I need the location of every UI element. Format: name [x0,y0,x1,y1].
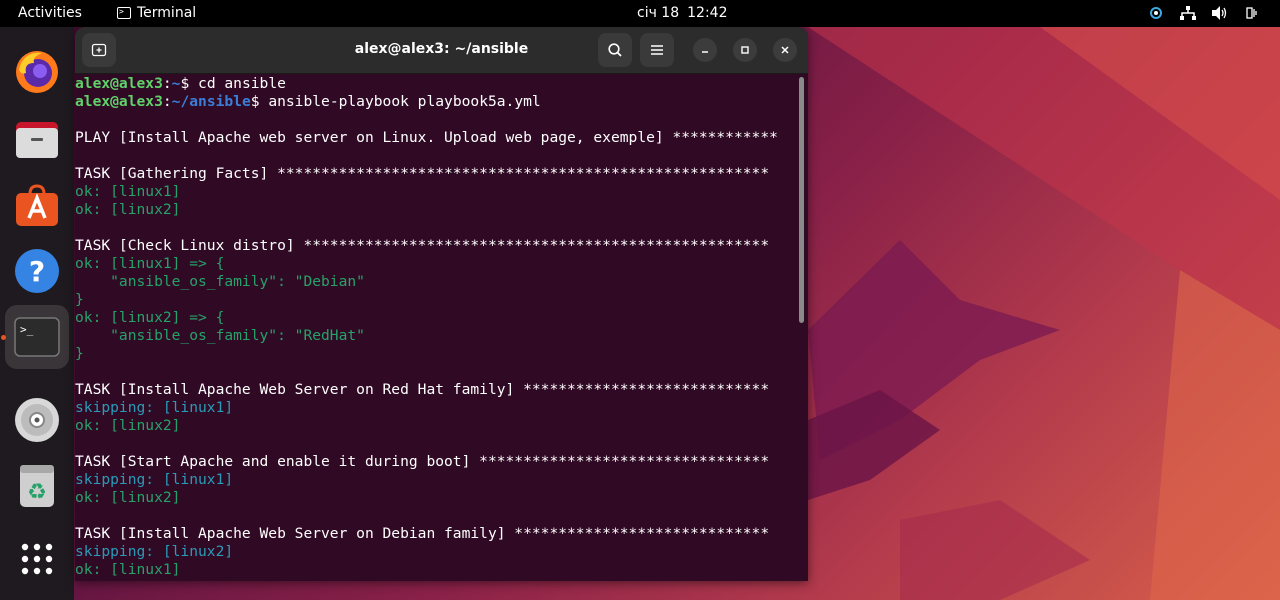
files-icon [16,122,58,158]
prompt-colon: : [162,93,172,110]
terminal-line: TASK [Check Linux distro] **************… [75,237,770,254]
clock[interactable]: січ 18 12:42 [637,5,727,21]
app-menu[interactable]: > Terminal [117,5,196,21]
app-menu-label: Terminal [137,5,197,21]
dock-help[interactable]: ? [5,239,69,303]
svg-text:♻: ♻ [27,480,47,505]
terminal-small-icon: > [117,7,131,19]
terminal-line: ok: [linux1] [75,561,181,578]
vpn-icon[interactable] [1148,5,1164,21]
terminal-line: "ansible_os_family": "RedHat" [75,327,365,344]
terminal-output[interactable]: alex@alex3:~$ cd ansible alex@alex3:~/ans… [75,75,795,581]
terminal-scrollbar[interactable] [799,77,804,323]
dock-disc[interactable] [5,388,69,452]
prompt-user: alex@alex3 [75,93,163,110]
menu-button[interactable] [640,33,674,67]
terminal-line: ok: [linux2] [75,417,181,434]
prompt-command: $ ansible-playbook playbook5a.yml [250,93,541,110]
dock-files[interactable] [5,107,69,171]
terminal-line: skipping: [linux1] [75,471,234,488]
terminal-line: alex@alex3:~/ansible$ ansible-playbook p… [75,93,795,111]
software-store-icon [16,184,58,226]
disc-icon [15,398,59,442]
terminal-line: PLAY [Install Apache web server on Linux… [75,129,778,146]
terminal-line: ok: [linux2] => { [75,309,225,326]
clock-time: 12:42 [687,5,728,21]
app-grid-icon [21,543,53,575]
trash-icon: ♻ [20,465,54,507]
maximize-icon [741,46,749,54]
close-icon [781,46,789,54]
clock-date: січ 18 [637,5,680,21]
search-icon [608,43,622,57]
terminal-line: "ansible_os_family": "Debian" [75,273,365,290]
terminal-line: } [75,291,84,308]
terminal-line: skipping: [linux2] [75,543,234,560]
dock-firefox[interactable] [5,40,69,104]
prompt-colon: : [162,75,172,92]
terminal-line: } [75,345,84,362]
dock-terminal[interactable]: >_ [5,305,69,369]
terminal-icon: >_ [14,317,60,357]
prompt-command: $ cd ansible [180,75,286,92]
terminal-window[interactable]: alex@alex3: ~/ansible alex@alex3:~$ cd a… [75,27,808,581]
terminal-line: ok: [linux1] => { [75,255,225,272]
network-icon[interactable] [1180,5,1196,21]
minimize-icon [702,51,708,53]
system-tray[interactable] [1148,5,1260,21]
terminal-line: TASK [Install Apache Web Server on Red H… [75,381,770,398]
firefox-icon [16,51,58,93]
search-button[interactable] [598,33,632,67]
help-icon: ? [15,249,59,293]
terminal-line: alex@alex3:~$ cd ansible [75,75,795,93]
svg-text:>_: >_ [20,323,34,336]
terminal-line: ok: [linux2] [75,489,181,506]
prompt-path: ~/ansible [171,93,251,110]
svg-text:?: ? [29,255,45,288]
terminal-line: ok: [linux2] [75,201,181,218]
terminal-line: TASK [Start Apache and enable it during … [75,453,770,470]
terminal-line: TASK [Gathering Facts] *****************… [75,165,770,182]
volume-icon[interactable] [1212,5,1228,21]
hamburger-menu-icon [651,45,663,55]
dock-software[interactable] [5,173,69,237]
activities-button[interactable]: Activities [18,5,82,21]
terminal-line: skipping: [linux1] [75,399,234,416]
terminal-line: TASK [Install Apache Web Server on Debia… [75,525,770,542]
prompt-user: alex@alex3 [75,75,163,92]
maximize-button[interactable] [733,38,757,62]
power-icon[interactable] [1244,5,1260,21]
terminal-line: ok: [linux1] [75,183,181,200]
minimize-button[interactable] [693,38,717,62]
running-indicator [1,335,6,340]
top-bar: Activities > Terminal січ 18 12:42 [0,0,1280,27]
close-button[interactable] [773,38,797,62]
dock-show-applications[interactable] [5,527,69,591]
dock: ? >_ ♻ [0,27,74,600]
window-titlebar[interactable]: alex@alex3: ~/ansible [75,27,808,74]
dock-trash[interactable]: ♻ [5,454,69,518]
